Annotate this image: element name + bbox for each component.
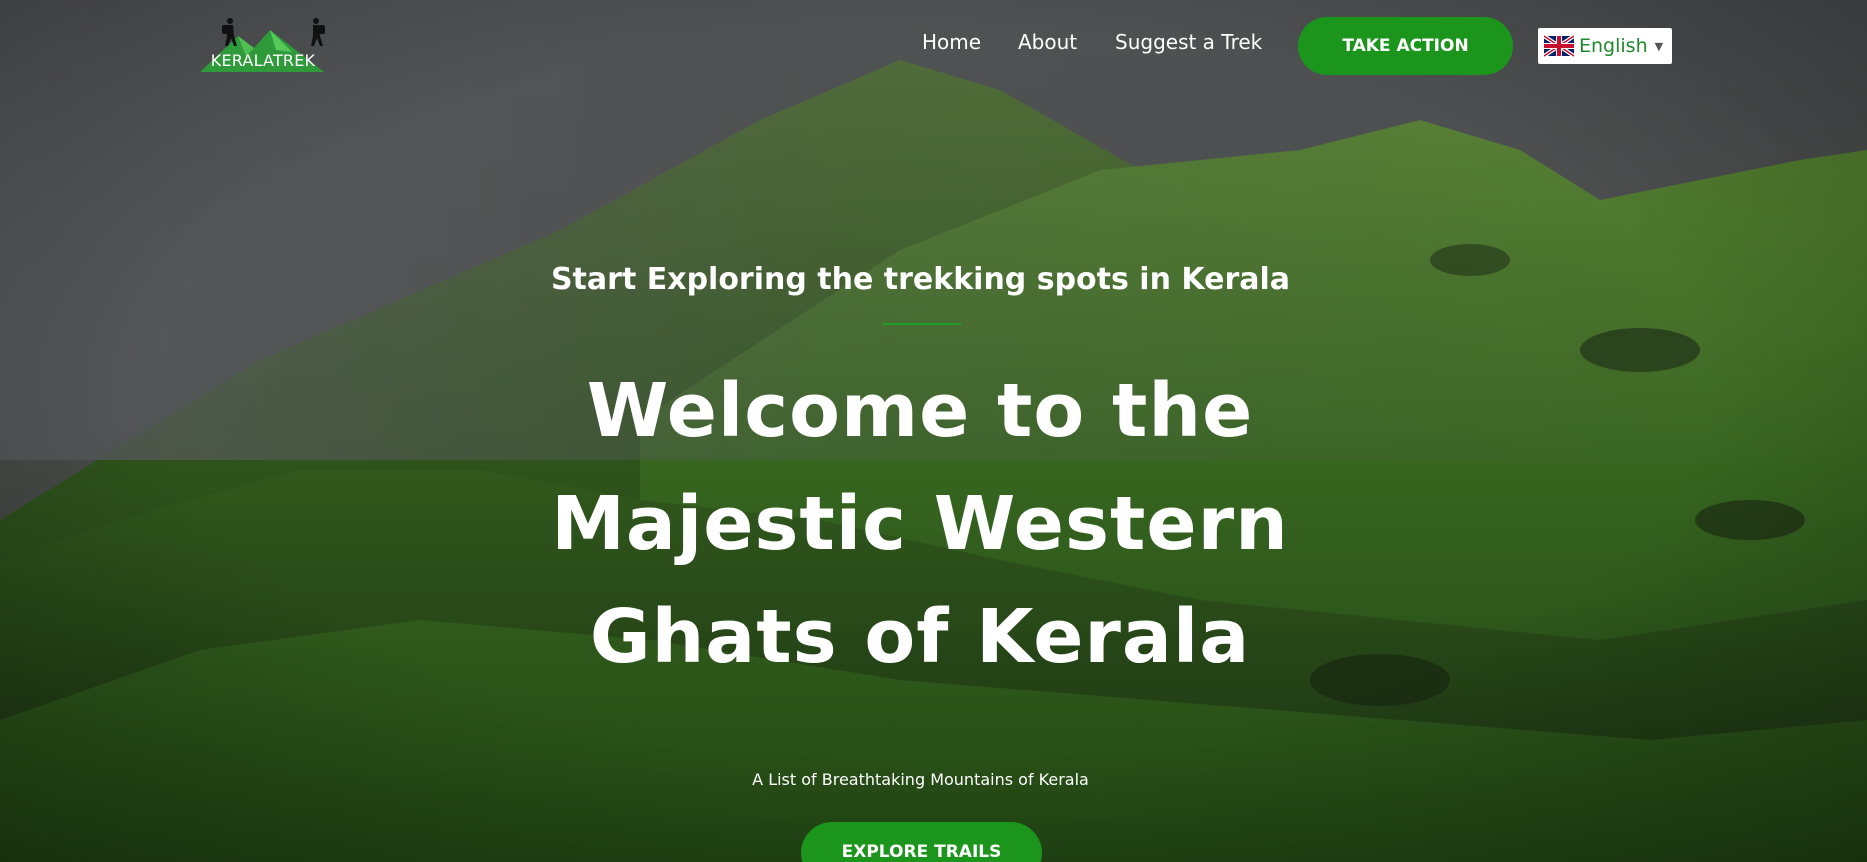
- site-logo[interactable]: KERALATREK: [192, 16, 334, 74]
- hero-subtitle: Start Exploring the trekking spots in Ke…: [550, 262, 1291, 297]
- language-label: English: [1579, 35, 1648, 57]
- chevron-down-icon: ▼: [1654, 39, 1664, 53]
- hero-divider: [883, 323, 961, 325]
- uk-flag-icon: [1544, 34, 1574, 58]
- nav-link-about[interactable]: About: [1018, 30, 1077, 54]
- hero-title: Welcome to the Majestic Western Ghats of…: [551, 368, 1289, 680]
- nav-link-home[interactable]: Home: [922, 30, 981, 54]
- language-selector[interactable]: English ▼: [1538, 28, 1672, 64]
- hero-tagline: A List of Breathtaking Mountains of Kera…: [752, 770, 1089, 789]
- logo-text: KERALATREK: [210, 51, 316, 70]
- nav-link-suggest-a-trek[interactable]: Suggest a Trek: [1115, 30, 1262, 54]
- explore-trails-button[interactable]: EXPLORE TRAILS: [801, 822, 1042, 862]
- take-action-button[interactable]: TAKE ACTION: [1298, 17, 1513, 75]
